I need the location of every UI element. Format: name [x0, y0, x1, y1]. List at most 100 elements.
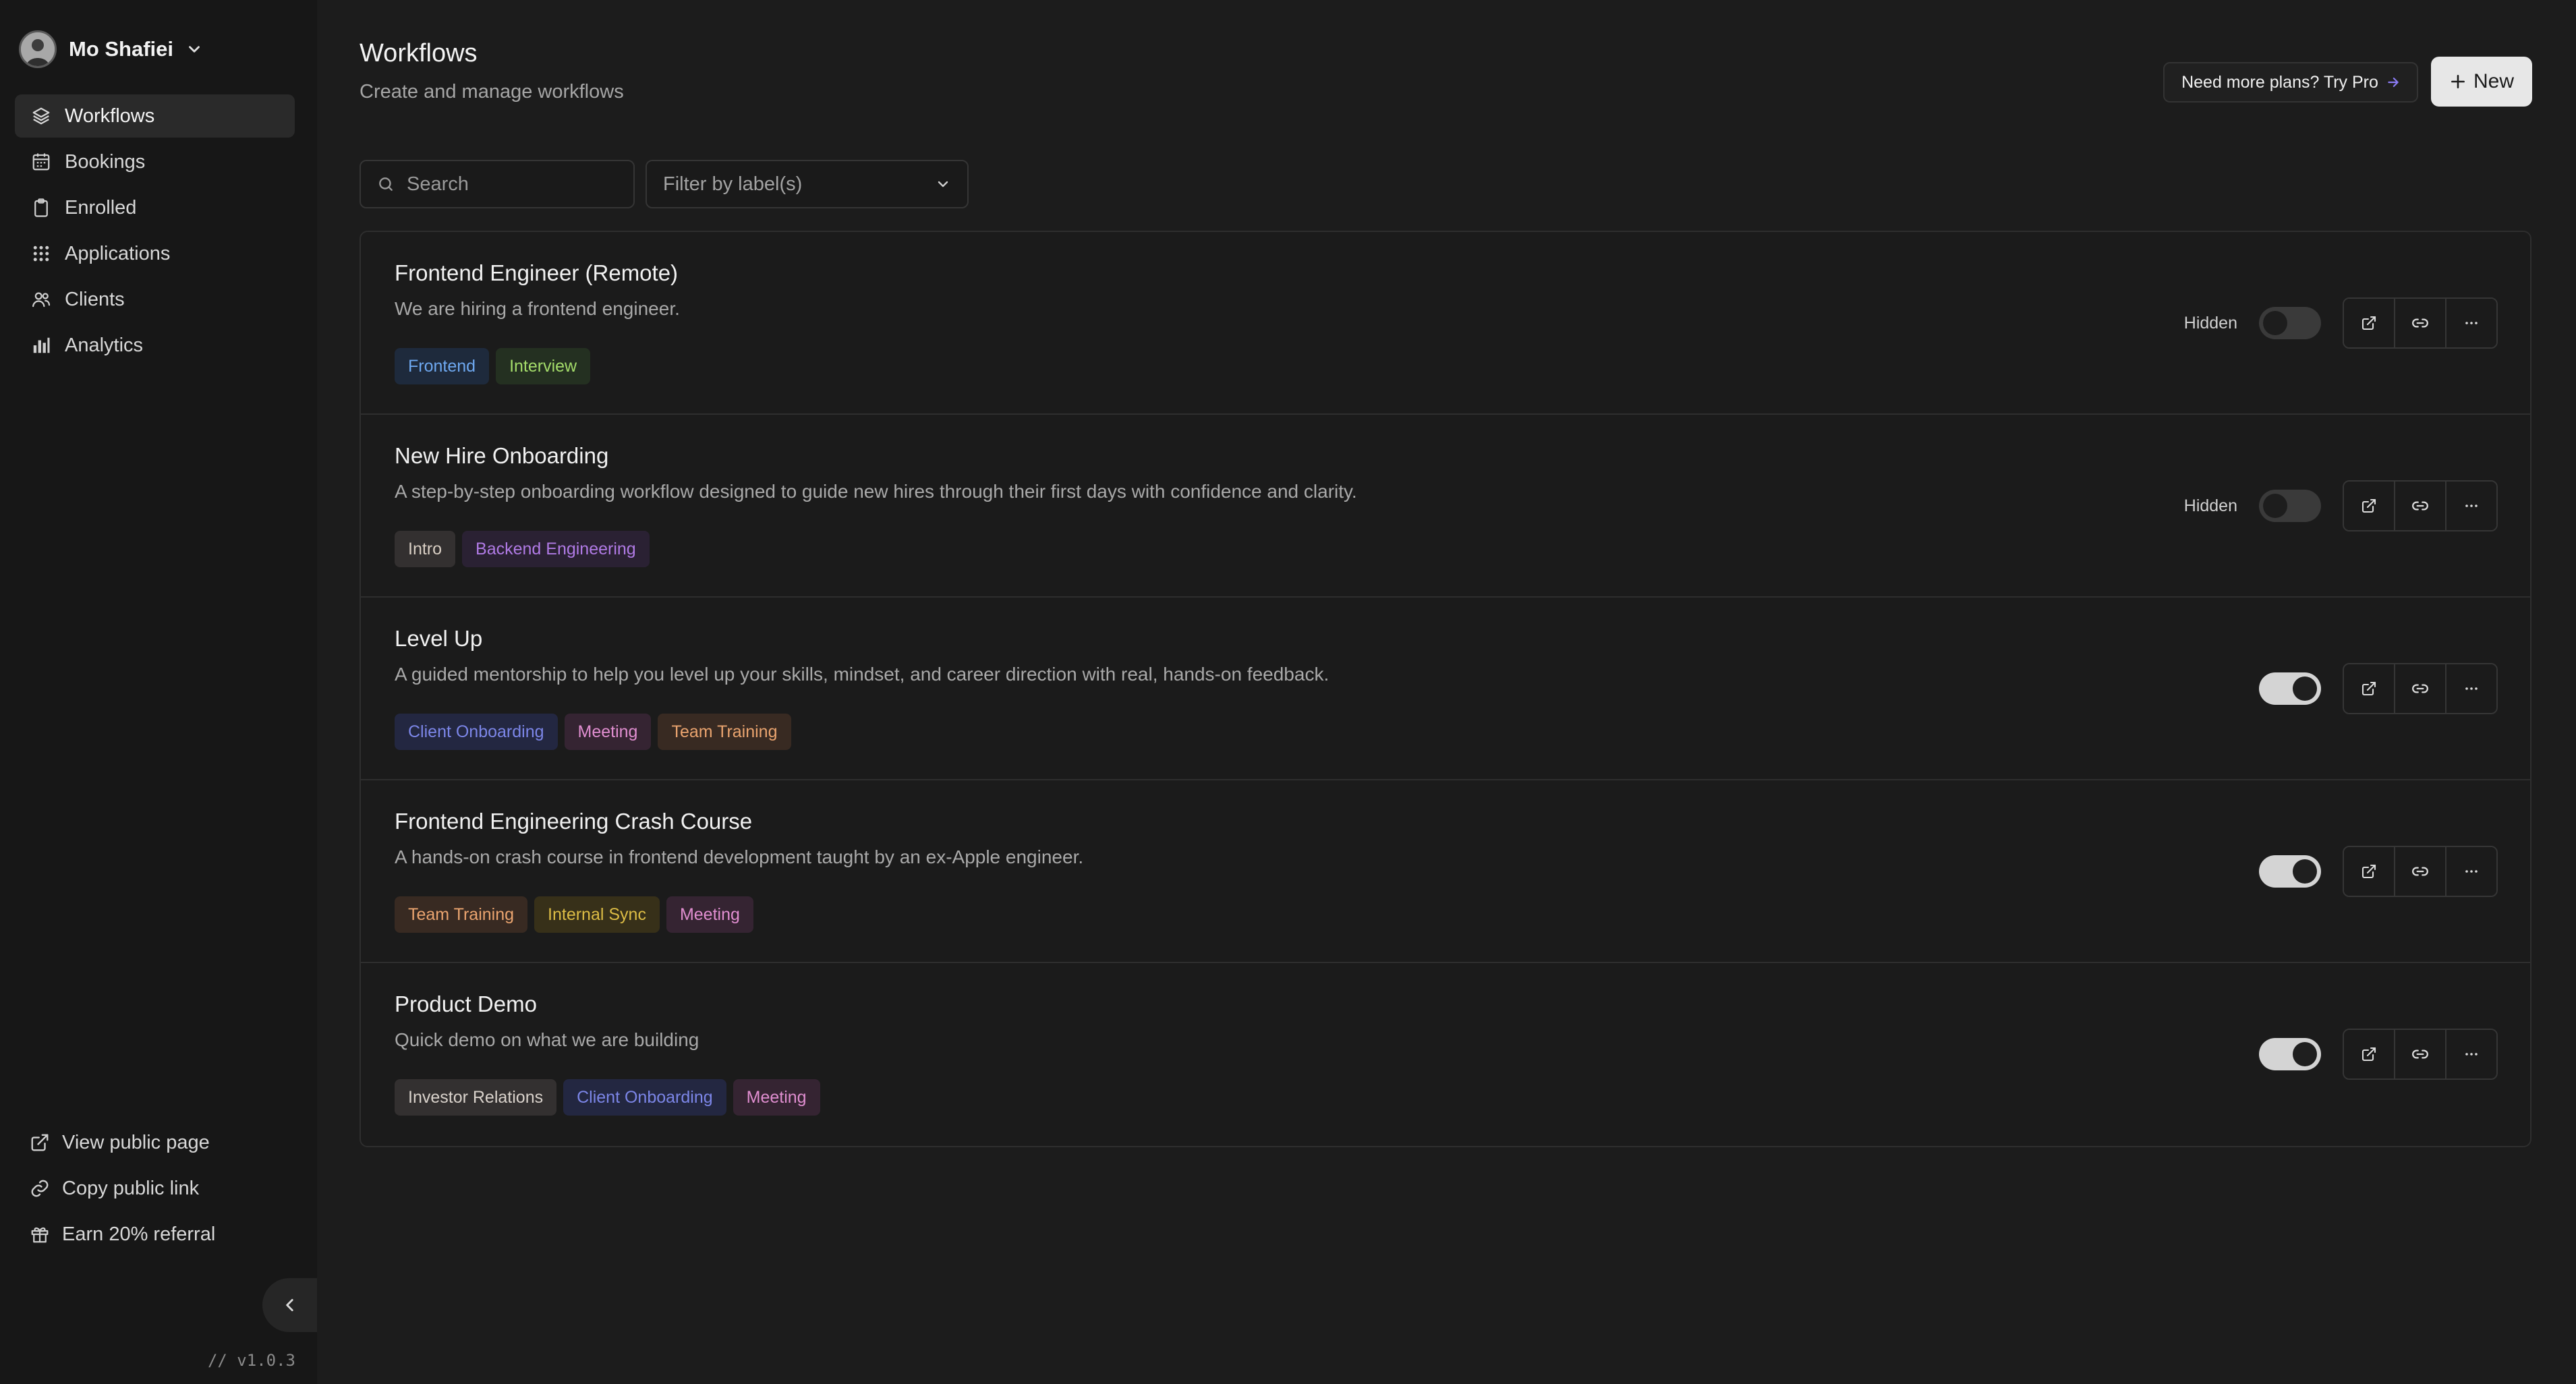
new-label: New: [2473, 70, 2514, 92]
sidebar-item-label: Analytics: [65, 334, 144, 356]
more-horizontal-icon: [2463, 863, 2480, 880]
collapse-sidebar-button[interactable]: [262, 1278, 317, 1332]
tag-badge: Internal Sync: [534, 896, 660, 933]
sidebar-item-clients[interactable]: Clients: [15, 278, 295, 321]
sidebar-item-label: Applications: [65, 242, 171, 264]
copy-link-button[interactable]: [2395, 482, 2446, 530]
open-workflow-button[interactable]: [2344, 847, 2395, 896]
workflow-description: We are hiring a frontend engineer.: [395, 298, 680, 319]
workflow-title[interactable]: Level Up: [395, 626, 482, 652]
more-options-button[interactable]: [2446, 299, 2496, 347]
workflow-actions: Hidden: [2184, 297, 2498, 349]
workflow-tags: Intro Backend Engineering: [395, 531, 650, 567]
workflow-title[interactable]: Frontend Engineering Crash Course: [395, 809, 752, 834]
copy-link-button[interactable]: [2395, 299, 2446, 347]
sidebar-item-analytics[interactable]: Analytics: [15, 324, 295, 367]
workflow-tags: Investor Relations Client Onboarding Meeti…: [395, 1079, 820, 1116]
copy-link-button[interactable]: [2395, 1030, 2446, 1078]
more-horizontal-icon: [2463, 498, 2480, 514]
tag-badge: Team Training: [395, 896, 528, 933]
more-options-button[interactable]: [2446, 664, 2496, 713]
visibility-toggle[interactable]: [2259, 1038, 2321, 1070]
label-filter-select[interactable]: Filter by label(s): [646, 160, 969, 208]
sidebar-nav: Workflows Bookings Enrolled Applications…: [15, 94, 295, 370]
visibility-toggle[interactable]: [2259, 490, 2321, 522]
visibility-toggle[interactable]: [2259, 855, 2321, 888]
more-options-button[interactable]: [2446, 1030, 2496, 1078]
users-icon: [31, 289, 51, 310]
grid-icon: [31, 243, 51, 264]
view-public-page-link[interactable]: View public page: [15, 1121, 295, 1164]
tag-badge: Interview: [496, 348, 591, 384]
workflow-row[interactable]: Frontend Engineer (Remote) We are hiring…: [361, 232, 2530, 415]
copy-link-button[interactable]: [2395, 847, 2446, 896]
sidebar-item-enrolled[interactable]: Enrolled: [15, 186, 295, 229]
link-icon: [2411, 314, 2429, 332]
tag-badge: Meeting: [564, 714, 652, 750]
toggle-knob: [2293, 676, 2317, 701]
user-name: Mo Shafiei: [69, 37, 174, 61]
tag-badge: Client Onboarding: [563, 1079, 726, 1116]
workflow-actions: [2237, 662, 2498, 715]
link-icon: [2411, 497, 2429, 515]
more-options-button[interactable]: [2446, 847, 2496, 896]
arrow-right-icon: [2386, 76, 2400, 89]
workflow-title[interactable]: Product Demo: [395, 991, 537, 1017]
workflow-tags: Team Training Internal Sync Meeting: [395, 896, 753, 933]
search-box: [360, 160, 635, 208]
copy-public-link[interactable]: Copy public link: [15, 1167, 295, 1210]
sidebar-item-label: View public page: [62, 1131, 210, 1153]
search-input[interactable]: [405, 172, 624, 196]
workflow-action-group: [2343, 297, 2498, 349]
more-horizontal-icon: [2463, 1046, 2480, 1062]
workflow-tags: Frontend Interview: [395, 348, 591, 384]
external-link-icon: [2361, 1046, 2377, 1062]
external-link-icon: [2361, 498, 2377, 514]
more-horizontal-icon: [2463, 681, 2480, 697]
workflow-row[interactable]: New Hire Onboarding A step-by-step onboa…: [361, 415, 2530, 598]
sidebar-bottom-links: View public page Copy public link Earn 2…: [15, 1121, 295, 1259]
tag-badge: Frontend: [395, 348, 490, 384]
search-icon: [377, 175, 395, 193]
copy-link-button[interactable]: [2395, 664, 2446, 713]
sidebar: Mo Shafiei Workflows Bookings Enrolled A…: [0, 0, 317, 1384]
page-subtitle: Create and manage workflows: [360, 81, 624, 103]
external-link-icon: [2361, 863, 2377, 880]
external-link-icon: [2361, 315, 2377, 331]
workflow-row[interactable]: Level Up A guided mentorship to help you…: [361, 598, 2530, 780]
visibility-toggle[interactable]: [2259, 307, 2321, 339]
workflow-row[interactable]: Product Demo Quick demo on what we are b…: [361, 963, 2530, 1146]
sidebar-item-bookings[interactable]: Bookings: [15, 140, 295, 183]
new-workflow-button[interactable]: New: [2431, 57, 2532, 107]
clipboard-icon: [31, 198, 51, 218]
more-options-button[interactable]: [2446, 482, 2496, 530]
chevron-down-icon: [935, 176, 951, 192]
more-horizontal-icon: [2463, 315, 2480, 331]
sidebar-item-applications[interactable]: Applications: [15, 232, 295, 275]
try-pro-button[interactable]: Need more plans? Try Pro: [2163, 62, 2418, 103]
toggle-knob: [2293, 1042, 2317, 1066]
sidebar-item-workflows[interactable]: Workflows: [15, 94, 295, 138]
visibility-toggle[interactable]: [2259, 672, 2321, 705]
sidebar-item-label: Copy public link: [62, 1177, 200, 1199]
workflow-actions: [2237, 1028, 2498, 1080]
workflow-description: A hands-on crash course in frontend deve…: [395, 846, 1084, 867]
workflow-action-group: [2343, 846, 2498, 897]
open-workflow-button[interactable]: [2344, 1030, 2395, 1078]
workflow-actions: [2237, 845, 2498, 898]
open-workflow-button[interactable]: [2344, 482, 2395, 530]
link-icon: [30, 1178, 50, 1199]
link-icon: [2411, 863, 2429, 880]
open-workflow-button[interactable]: [2344, 299, 2395, 347]
workflow-row[interactable]: Frontend Engineering Crash Course A hand…: [361, 780, 2530, 963]
earn-referral-link[interactable]: Earn 20% referral: [15, 1213, 295, 1256]
workflow-title[interactable]: Frontend Engineer (Remote): [395, 260, 678, 286]
open-workflow-button[interactable]: [2344, 664, 2395, 713]
user-menu[interactable]: Mo Shafiei: [19, 30, 203, 69]
sidebar-item-label: Workflows: [65, 105, 155, 127]
workflow-actions: Hidden: [2184, 480, 2498, 532]
workflow-title[interactable]: New Hire Onboarding: [395, 443, 608, 469]
layers-icon: [31, 106, 51, 126]
workflow-tags: Client Onboarding Meeting Team Training: [395, 714, 791, 750]
bar-chart-icon: [31, 335, 51, 355]
